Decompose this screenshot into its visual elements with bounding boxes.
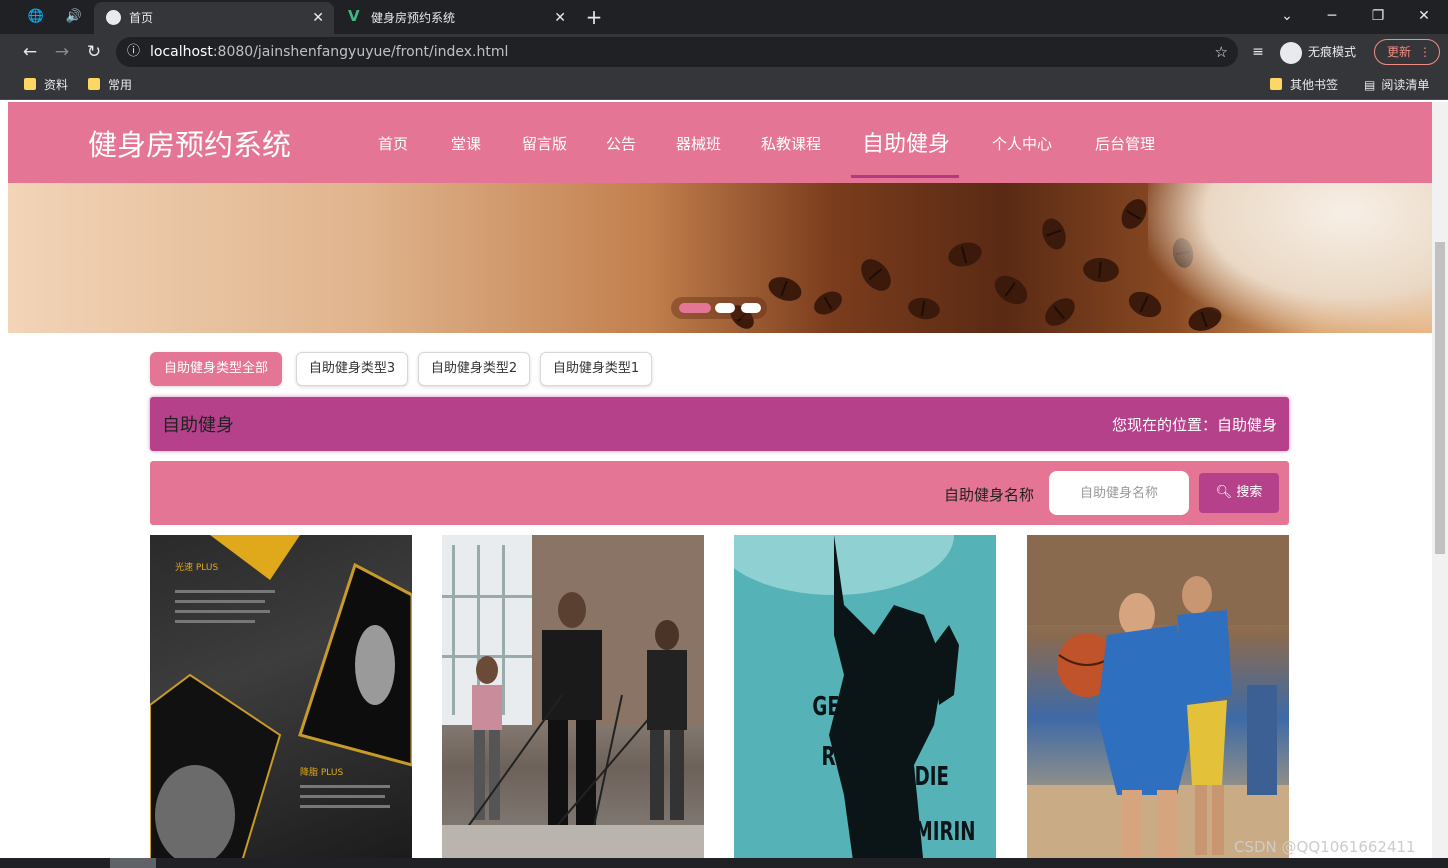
- carousel-dot[interactable]: [679, 303, 711, 313]
- poster-text-2: 降脂 PLUS: [300, 766, 343, 778]
- search-input[interactable]: [1049, 471, 1189, 515]
- section-title: 自助健身: [162, 415, 234, 436]
- coffee-bean: [855, 253, 897, 297]
- card-image-get-ripped-poster: GET RIPPED OR DIE MIRIN: [734, 535, 976, 868]
- nav-private-course[interactable]: 私教课程: [761, 133, 821, 154]
- nav-equipment[interactable]: 器械班: [676, 133, 721, 154]
- fitness-card[interactable]: [442, 535, 704, 868]
- coffee-cup: [1148, 183, 1432, 333]
- watermark: CSDN @QQ1061662411: [1234, 838, 1416, 856]
- coffee-bean: [765, 272, 805, 306]
- site-title: 健身房预约系统: [88, 128, 292, 162]
- horizontal-scroll-thumb[interactable]: [110, 858, 156, 868]
- nav-guestbook[interactable]: 留言版: [522, 133, 567, 154]
- poster-text-mirin: MIRIN: [915, 817, 976, 847]
- globe-icon[interactable]: 🌐: [26, 7, 46, 27]
- coffee-bean: [906, 295, 942, 322]
- category-2-button[interactable]: 自助健身类型2: [418, 352, 530, 386]
- poster-text-1: 光速 PLUS: [175, 561, 218, 573]
- banner-carousel[interactable]: [8, 183, 1432, 333]
- close-window-icon[interactable]: ✕: [1412, 4, 1436, 28]
- folder-icon: [24, 78, 36, 90]
- search-label: 自助健身名称: [944, 486, 1035, 504]
- section-header: 自助健身 您现在的位置：自助健身: [150, 397, 1289, 451]
- nav-profile[interactable]: 个人中心: [992, 133, 1052, 154]
- card-image-resistance-class: [442, 535, 704, 868]
- browser-toolbar: ← → ↻ ⓘ localhost:8080/jainshenfangyuyue…: [0, 34, 1448, 70]
- coffee-bean: [1039, 292, 1081, 332]
- fitness-card[interactable]: [1027, 535, 1289, 868]
- poster-text-or: OR: [850, 792, 879, 822]
- reload-icon[interactable]: ↻: [82, 40, 106, 64]
- forward-icon[interactable]: →: [50, 40, 74, 64]
- nav-admin[interactable]: 后台管理: [1095, 133, 1155, 154]
- chevron-down-icon[interactable]: ⌄: [1275, 4, 1299, 28]
- more-vert-icon: ⋮: [1419, 45, 1431, 59]
- url-text: localhost:8080/jainshenfangyuyue/front/i…: [150, 44, 509, 60]
- coffee-bean: [1116, 194, 1152, 234]
- active-nav-underline: [851, 175, 959, 178]
- back-icon[interactable]: ←: [18, 40, 42, 64]
- site-header: 健身房预约系统 首页 堂课 留言版 公告 器械班 私教课程 自助健身 个人中心 …: [8, 102, 1432, 183]
- category-all-button[interactable]: 自助健身类型全部: [150, 352, 282, 386]
- restore-icon[interactable]: ❐: [1366, 4, 1390, 28]
- bookmark-star-icon[interactable]: ☆: [1215, 37, 1228, 67]
- close-icon[interactable]: ✕: [554, 3, 566, 33]
- reading-list-button[interactable]: ▤ 阅读清单: [1364, 76, 1429, 94]
- minimize-icon[interactable]: ─: [1320, 4, 1344, 28]
- search-icon: 🔍︎: [1215, 485, 1233, 500]
- card-image-basketball: [1027, 535, 1289, 868]
- coffee-bean: [1038, 215, 1070, 253]
- new-tab-icon[interactable]: +: [584, 7, 604, 27]
- search-bar: 自助健身名称 🔍︎ 搜索: [150, 461, 1289, 525]
- carousel-indicators: [671, 297, 767, 319]
- fitness-card[interactable]: GET RIPPED OR DIE MIRIN: [734, 535, 996, 868]
- category-1-button[interactable]: 自助健身类型1: [540, 352, 652, 386]
- tab-title: 首页: [129, 11, 154, 25]
- close-icon[interactable]: ✕: [312, 3, 324, 33]
- coffee-bean: [810, 286, 846, 320]
- nav-self-fitness[interactable]: 自助健身: [862, 126, 950, 158]
- poster-text-die: DIE: [915, 762, 949, 792]
- tab-gym-system[interactable]: V 健身房预约系统 ✕: [336, 2, 576, 34]
- fitness-card[interactable]: 光速 PLUS 降脂 PLUS: [150, 535, 412, 868]
- carousel-dot[interactable]: [741, 303, 761, 313]
- search-button[interactable]: 🔍︎ 搜索: [1199, 473, 1279, 513]
- category-3-button[interactable]: 自助健身类型3: [296, 352, 408, 386]
- coffee-bean: [989, 269, 1033, 311]
- browser-tab-strip: 🌐 🔊 首页 ✕ V 健身房预约系统 ✕ + ⌄ ─ ❐ ✕: [0, 0, 1448, 34]
- reading-list-icon: ▤: [1364, 78, 1376, 92]
- scrollbar-thumb[interactable]: [1435, 242, 1445, 554]
- poster-text-get: GET: [812, 692, 852, 722]
- bookmark-folder-other[interactable]: 其他书签: [1270, 76, 1338, 94]
- tab-home[interactable]: 首页 ✕: [94, 2, 334, 34]
- bookmark-folder[interactable]: 常用: [88, 76, 132, 94]
- taskbar-strip: [0, 858, 1448, 868]
- folder-icon: [1270, 78, 1282, 90]
- update-button[interactable]: 更新 ⋮: [1374, 39, 1440, 65]
- incognito-icon: [1280, 41, 1302, 64]
- bookmark-folder[interactable]: 资料: [24, 76, 68, 94]
- bookmarks-bar: 资料 常用 其他书签 ▤ 阅读清单: [0, 70, 1448, 100]
- breadcrumb: 您现在的位置：自助健身: [1111, 416, 1277, 434]
- vertical-scrollbar[interactable]: [1432, 102, 1448, 868]
- speaker-icon[interactable]: 🔊: [64, 7, 84, 27]
- nav-notice[interactable]: 公告: [606, 133, 636, 154]
- poster-text-ripped: RIPPED: [822, 742, 897, 772]
- address-bar[interactable]: ⓘ localhost:8080/jainshenfangyuyue/front…: [116, 37, 1238, 67]
- info-icon[interactable]: ⓘ: [127, 37, 140, 67]
- nav-class[interactable]: 堂课: [451, 133, 481, 154]
- vue-logo-icon: V: [348, 7, 360, 25]
- coffee-bean: [945, 238, 985, 271]
- coffee-bean: [1082, 256, 1120, 284]
- carousel-dot[interactable]: [715, 303, 735, 313]
- folder-icon: [88, 78, 100, 90]
- card-image-gym-poster: 光速 PLUS 降脂 PLUS: [150, 535, 412, 868]
- globe-icon: [106, 10, 121, 25]
- tab-title: 健身房预约系统: [371, 11, 456, 25]
- nav-home[interactable]: 首页: [378, 133, 408, 154]
- reading-list-icon[interactable]: ≡: [1246, 40, 1270, 64]
- page-viewport: 健身房预约系统 首页 堂课 留言版 公告 器械班 私教课程 自助健身 个人中心 …: [8, 102, 1432, 868]
- incognito-indicator[interactable]: 无痕模式: [1280, 40, 1356, 64]
